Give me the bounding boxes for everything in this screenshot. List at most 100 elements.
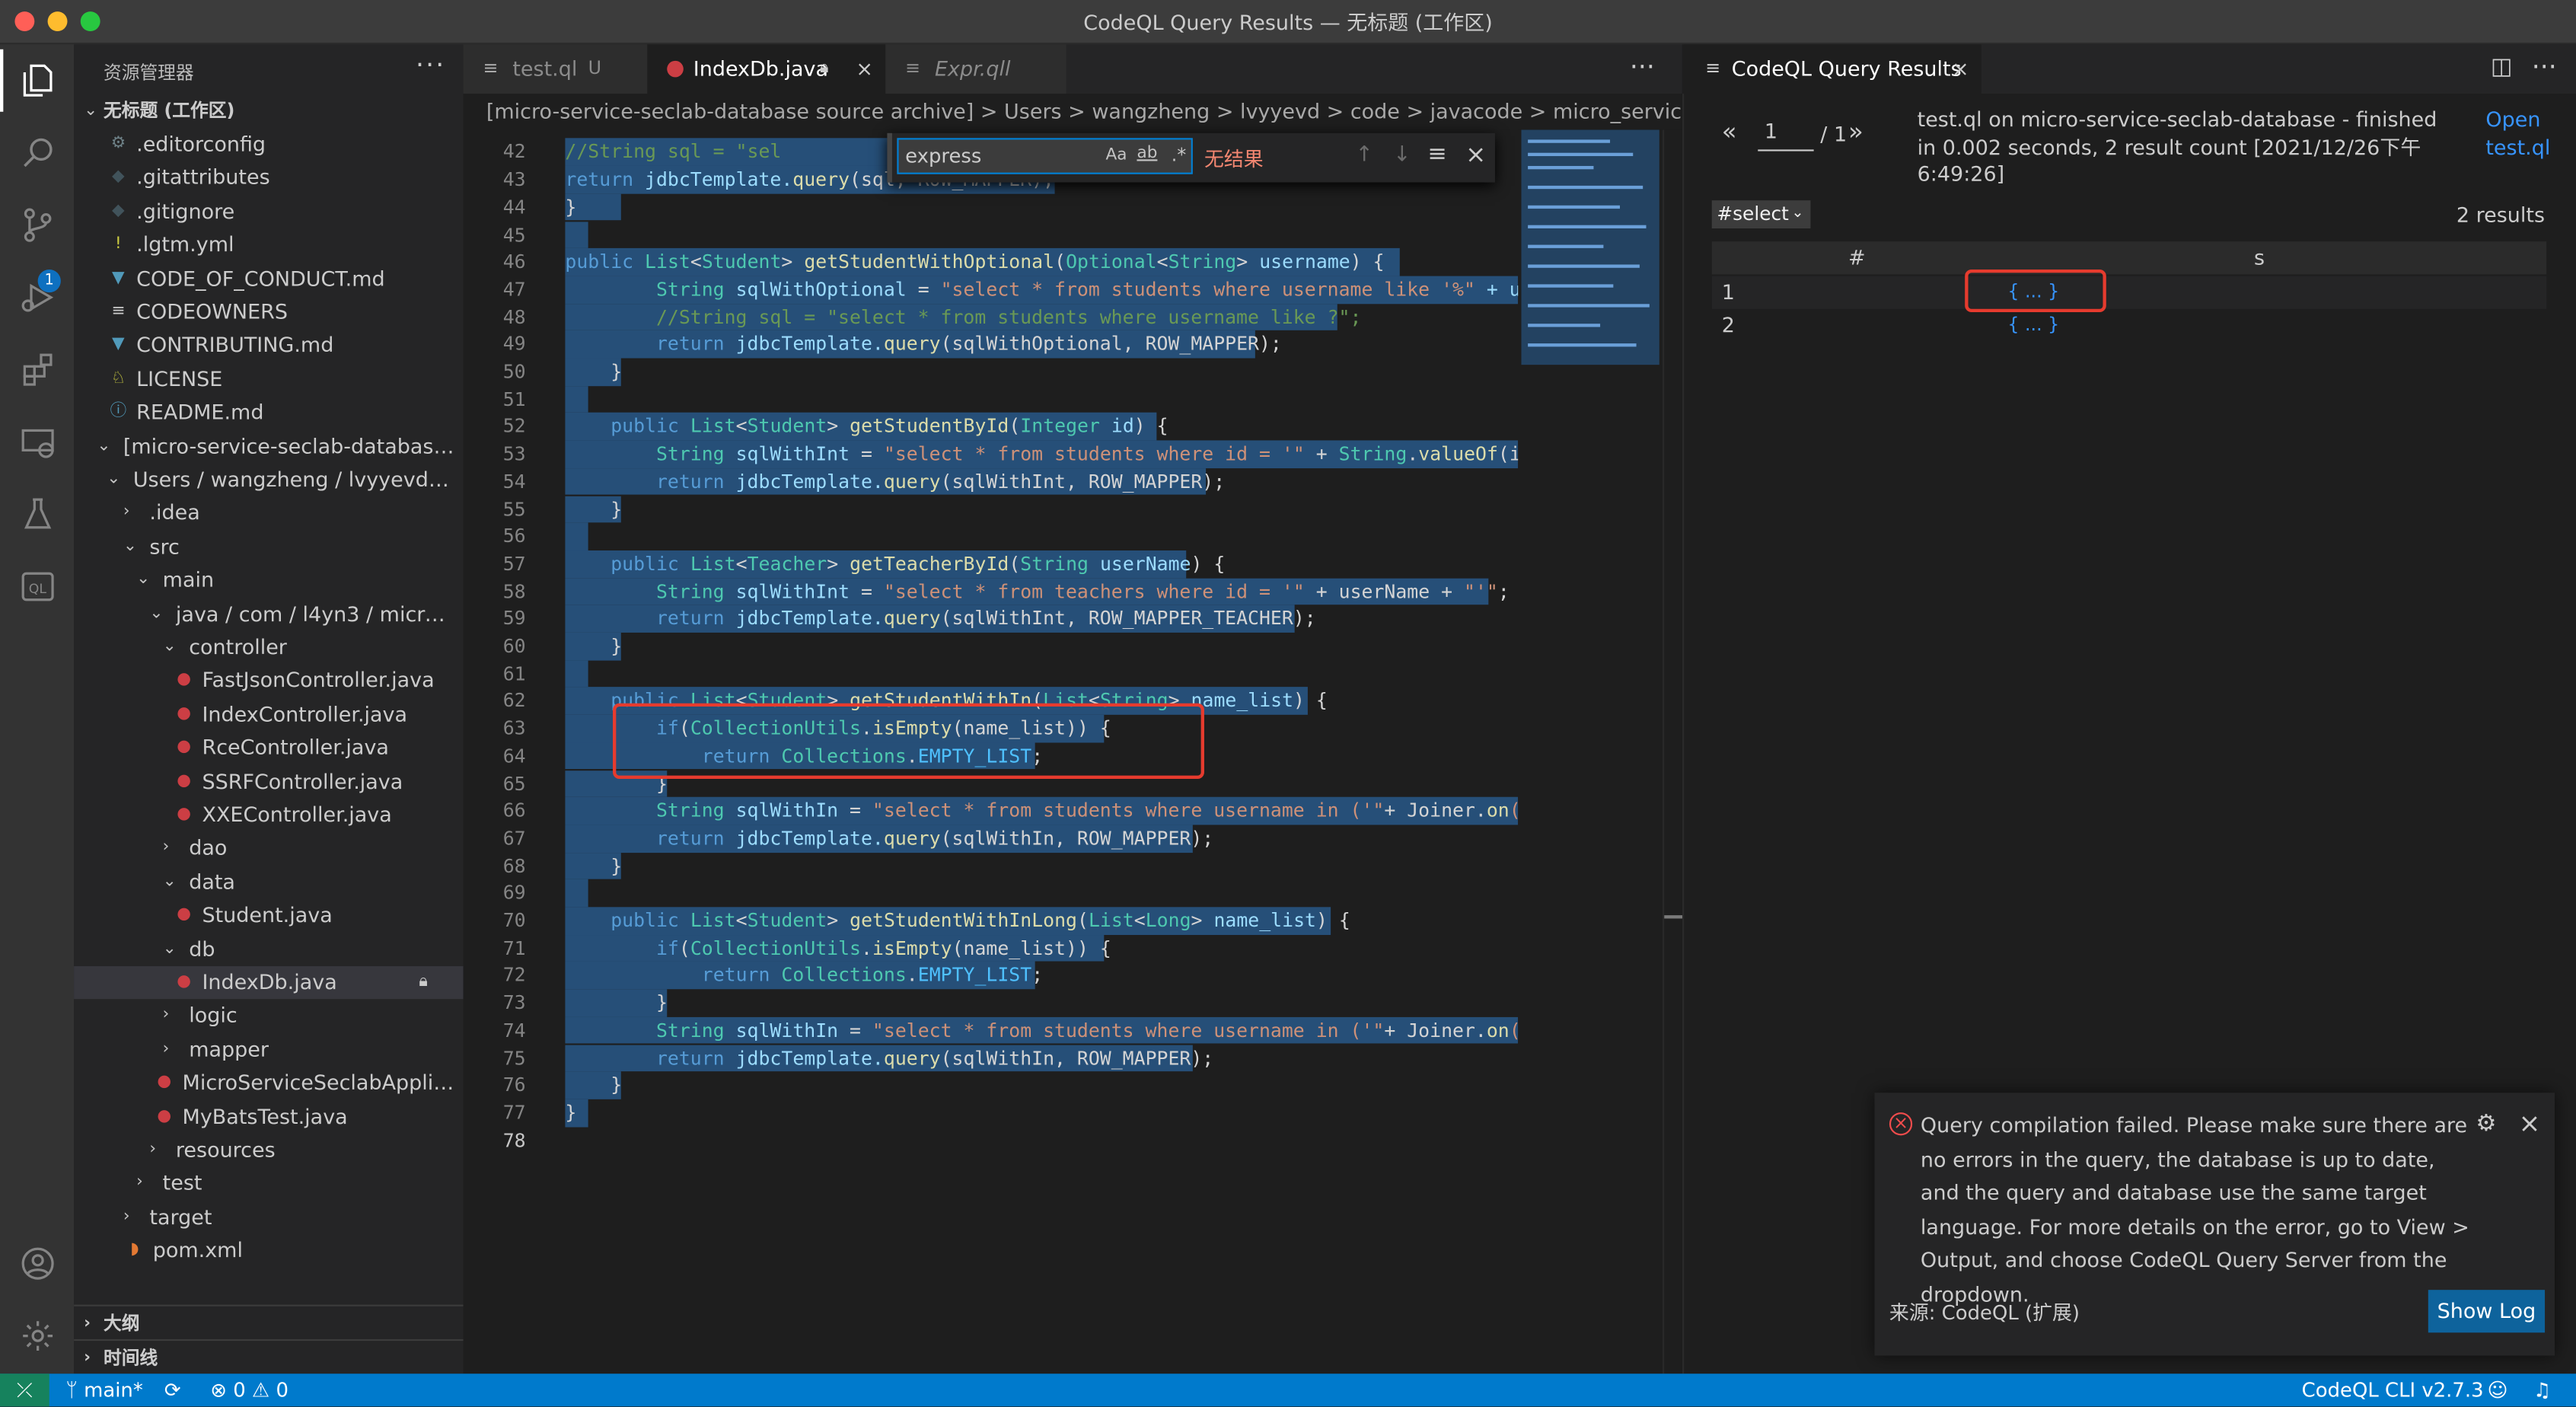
breadcrumb[interactable]: [micro-service-seclab-database source ar… — [463, 94, 1682, 130]
tree-folder[interactable]: › dao — [74, 832, 463, 866]
tree-file[interactable]: ● IndexDb.java 🔒︎ — [74, 966, 464, 1000]
tree-file[interactable]: ▼ CONTRIBUTING.md — [74, 329, 463, 362]
tree-file[interactable]: ● Student.java — [74, 899, 463, 933]
tree-file[interactable]: ! .lgtm.yml — [74, 228, 463, 262]
close-tab-icon[interactable]: × — [1952, 44, 1969, 94]
tree-folder[interactable]: › .idea — [74, 497, 463, 531]
tree-file[interactable]: ● XXEController.java — [74, 799, 463, 832]
remote-explorer-icon[interactable] — [0, 406, 74, 478]
source-control-icon[interactable] — [0, 189, 74, 261]
next-page-icon[interactable]: » — [1848, 116, 1863, 146]
run-debug-icon[interactable] — [0, 261, 74, 333]
next-match-icon[interactable]: ↓ — [1393, 143, 1411, 168]
chevron-right-icon[interactable]: › — [163, 1000, 170, 1033]
chevron-down-icon[interactable]: ⌄ — [163, 933, 177, 966]
tree-file[interactable]: ● MicroServiceSeclabApplicat... — [74, 1067, 463, 1100]
sync-icon[interactable]: ⟳ — [164, 1374, 181, 1406]
tree-file[interactable]: ≡ CODEOWNERS — [74, 295, 463, 329]
tree-folder[interactable]: › mapper — [74, 1033, 463, 1067]
close-notification-icon[interactable]: × — [2519, 1108, 2541, 1139]
testing-icon[interactable] — [0, 478, 74, 550]
open-query-link[interactable]: Open test.ql — [2485, 107, 2550, 161]
previous-match-icon[interactable]: ↑ — [1356, 143, 1374, 168]
chevron-right-icon[interactable]: › — [123, 497, 130, 531]
tree-file[interactable]: ▼ CODE_OF_CONDUCT.md — [74, 262, 463, 295]
chevron-down-icon[interactable]: ⌄ — [123, 531, 137, 564]
notifications-bell-icon[interactable]: ♫ — [2533, 1374, 2551, 1406]
tree-file[interactable]: ◆ .gitignore — [74, 195, 463, 228]
settings-gear-icon[interactable] — [0, 1300, 74, 1372]
tree-folder[interactable]: › test — [74, 1167, 463, 1201]
show-log-button[interactable]: Show Log — [2428, 1290, 2546, 1333]
tree-folder[interactable]: ⌄ [micro-service-seclab-database s... — [74, 430, 463, 464]
tree-file[interactable]: ♘ LICENSE — [74, 363, 463, 397]
more-actions-icon[interactable]: ··· — [2532, 51, 2557, 82]
result-link[interactable]: { ... } — [2007, 309, 2059, 342]
tree-file[interactable]: ● FastJsonController.java — [74, 665, 463, 698]
chevron-down-icon[interactable]: ⌄ — [163, 631, 177, 665]
chevron-down-icon[interactable]: ⌄ — [149, 598, 163, 631]
tree-folder[interactable]: ⌄ Users / wangzheng / lvyyevd / cod... — [74, 464, 463, 497]
branch-indicator[interactable]: ᛘ main* — [65, 1374, 142, 1406]
tree-folder[interactable]: ⌄ main — [74, 564, 463, 598]
tab-indexdb-java[interactable]: IndexDb.java 🔒︎ × — [647, 44, 886, 94]
outline-section[interactable]: › 大纲 — [74, 1304, 464, 1339]
tree-folder[interactable]: ⌄ controller — [74, 631, 463, 665]
code-editor[interactable]: 42 43 44 45 46 47 48 49 50 51 52 53 54 55 56 57 58 59 60 61… — [463, 129, 1682, 1374]
find-input[interactable]: express Aa ab .* — [897, 138, 1193, 174]
tab-codeql-results[interactable]: ≡ CodeQL Query Results × — [1682, 44, 1981, 94]
more-actions-icon[interactable]: ··· — [416, 49, 445, 81]
tree-folder[interactable]: › resources — [74, 1134, 463, 1167]
chevron-down-icon[interactable]: ⌄ — [163, 866, 177, 899]
close-find-icon[interactable]: × — [1465, 139, 1486, 169]
chevron-right-icon[interactable]: › — [136, 1167, 143, 1201]
feedback-icon[interactable]: ☺ — [2488, 1374, 2508, 1406]
notification-settings-gear-icon[interactable]: ⚙ — [2476, 1111, 2496, 1137]
tree-file[interactable]: ● RceController.java — [74, 732, 463, 765]
tree-file[interactable]: ◗ pom.xml — [74, 1234, 463, 1268]
tree-folder[interactable]: › target — [74, 1201, 463, 1234]
chevron-right-icon[interactable]: › — [123, 1201, 130, 1234]
editor-more-icon[interactable]: ··· — [1630, 51, 1655, 82]
extensions-icon[interactable] — [0, 333, 74, 406]
tab-test-ql[interactable]: ≡ test.ql U — [463, 44, 648, 94]
tree-folder[interactable]: ⌄ db — [74, 933, 463, 966]
chevron-right-icon[interactable]: › — [163, 1033, 170, 1067]
tab-expr-qll[interactable]: ≡ Expr.qll — [885, 44, 1066, 94]
tree-folder[interactable]: ⌄ data — [74, 866, 463, 899]
tree-file[interactable]: ⚙ .editorconfig — [74, 128, 463, 161]
previous-page-icon[interactable]: « — [1722, 116, 1737, 146]
close-tab-icon[interactable]: × — [856, 44, 873, 94]
chevron-right-icon[interactable]: › — [149, 1134, 156, 1167]
minimap[interactable] — [1518, 129, 1663, 1374]
tree-file[interactable]: ◆ .gitattributes — [74, 161, 463, 195]
tree-folder[interactable]: ⌄ java / com / l4yn3 / microservic... — [74, 598, 463, 631]
match-word-icon[interactable]: ab — [1137, 145, 1157, 163]
chevron-down-icon[interactable]: ⌄ — [97, 430, 110, 464]
codeql-cli-version[interactable]: CodeQL CLI v2.7.3 — [2302, 1374, 2484, 1406]
explorer-icon[interactable] — [0, 44, 74, 116]
problems-indicator[interactable]: ⊗ 0 ⚠ 0 — [210, 1374, 289, 1406]
codeql-icon[interactable]: QL — [0, 550, 74, 623]
chevron-down-icon[interactable]: ⌄ — [107, 464, 120, 497]
chevron-right-icon[interactable]: › — [163, 832, 170, 866]
tree-file[interactable]: ● SSRFController.java — [74, 765, 463, 799]
page-input[interactable]: 1 — [1758, 118, 1814, 152]
remote-indicator-icon[interactable]: ⤫ — [0, 1374, 49, 1407]
find-in-selection-icon[interactable]: ≡ — [1427, 142, 1446, 168]
workspace-header[interactable]: ⌄ 无标题 (工作区) — [74, 95, 463, 129]
result-set-select[interactable]: #select ⌄ — [1711, 200, 1811, 228]
tree-file[interactable]: ⓘ README.md — [74, 397, 463, 430]
tree-folder[interactable]: ⌄ src — [74, 531, 463, 564]
match-case-icon[interactable]: Aa — [1105, 146, 1127, 164]
tree-file[interactable]: ● MyBatsTest.java — [74, 1100, 463, 1134]
tree-folder[interactable]: › logic — [74, 1000, 463, 1033]
tree-file[interactable]: ● IndexController.java — [74, 698, 463, 732]
chevron-down-icon[interactable]: ⌄ — [136, 564, 150, 598]
search-icon[interactable] — [0, 116, 74, 189]
account-icon[interactable] — [0, 1227, 74, 1300]
split-editor-icon[interactable]: ◫ — [2491, 54, 2513, 81]
timeline-section[interactable]: › 时间线 — [74, 1338, 464, 1374]
editor-scrollbar[interactable] — [1663, 129, 1685, 1374]
regex-icon[interactable]: .* — [1172, 145, 1186, 166]
